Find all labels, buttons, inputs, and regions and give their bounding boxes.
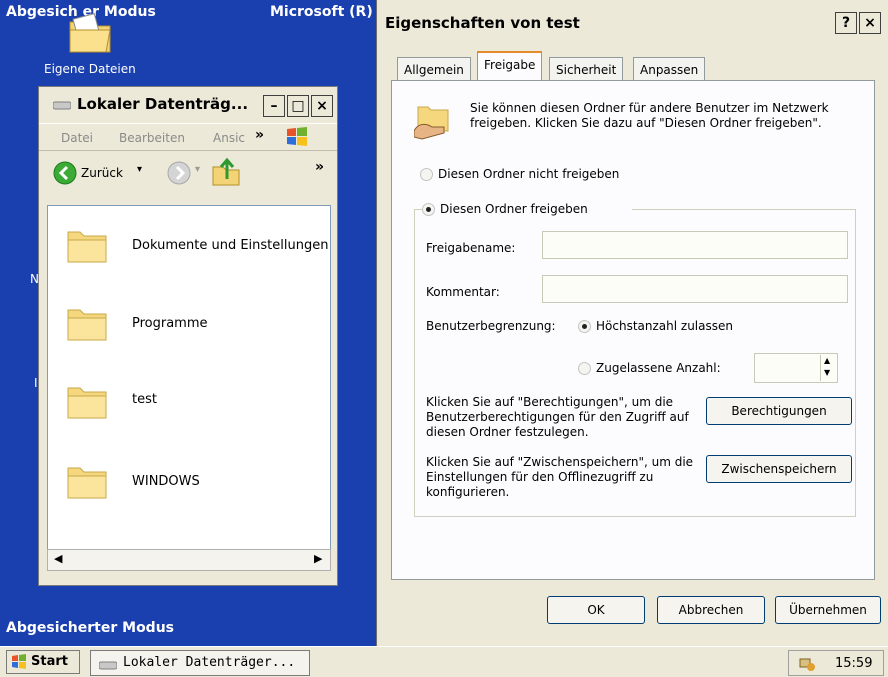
back-arrow-icon[interactable] [53,161,77,188]
file-label: Programme [132,316,208,331]
radio-share-label[interactable]: Diesen Ordner freigeben [440,202,588,217]
share-group-header: Diesen Ordner freigeben [422,199,632,219]
radio-max-allowed-label[interactable]: Höchstanzahl zulassen [596,319,733,334]
cancel-button[interactable]: Abbrechen [657,596,765,624]
caching-button[interactable]: Zwischenspeichern [706,455,852,483]
dialog-close-button[interactable]: × [859,12,881,34]
forward-arrow-icon[interactable] [167,161,191,188]
radio-max-allowed[interactable] [578,320,591,333]
minimize-button[interactable]: – [263,95,285,117]
maximize-button[interactable]: □ [287,95,309,117]
properties-dialog: Eigenschaften von test ? × Allgemein Fre… [376,0,888,646]
permissions-button[interactable]: Berechtigungen [706,397,852,425]
menu-more-chevron[interactable]: » [255,127,264,143]
folder-icon [66,382,108,420]
comment-input[interactable] [542,275,848,303]
safe-mode-caption-bottom: Abgesicherter Modus [6,620,175,636]
radio-share[interactable] [422,203,435,216]
explorer-title-bar[interactable]: Lokaler Datenträg... – □ × [39,87,337,123]
help-button[interactable]: ? [835,12,857,34]
horizontal-scrollbar[interactable]: ◀ ▶ [47,549,331,571]
user-limit-label: Benutzerbegrenzung: [426,319,556,333]
folder-icon [66,462,108,500]
share-name-label: Freigabename: [426,241,516,255]
toolbar-more-chevron[interactable]: » [315,159,324,175]
drive-icon [98,659,118,673]
explorer-toolbar: Zurück ▾ ▾ » [39,153,337,195]
my-documents-icon[interactable] [66,10,116,59]
drive-icon [52,99,72,113]
tab-freigabe[interactable]: Freigabe [477,51,543,81]
spinner-down-icon[interactable]: ▼ [824,368,830,377]
my-documents-label: Eigene Dateien [44,62,136,76]
folder-icon [66,304,108,342]
scroll-left-arrow-icon[interactable]: ◀ [54,552,62,565]
file-label: Dokumente und Einstellungen [132,238,329,253]
windows-flag-icon [11,654,27,673]
forward-dropdown-icon[interactable]: ▾ [195,164,200,175]
network-tray-icon[interactable] [797,654,817,677]
menu-bearbeiten[interactable]: Bearbeiten [119,131,185,145]
spinner-arrows[interactable]: ▲ ▼ [820,355,836,381]
file-list: Dokumente und Einstellungen Programme te… [47,205,331,565]
scroll-right-arrow-icon[interactable]: ▶ [314,552,322,565]
dialog-title-bar[interactable]: Eigenschaften von test ? × [377,0,888,46]
apply-button[interactable]: Übernehmen [775,596,881,624]
freigabe-panel: Sie können diesen Ordner für andere Benu… [391,80,875,580]
windows-logo-icon [285,126,309,151]
file-label: test [132,392,157,407]
back-dropdown-icon[interactable]: ▾ [137,164,142,175]
radio-allowed-count[interactable] [578,362,591,375]
folder-icon [66,226,108,264]
spinner-up-icon[interactable]: ▲ [824,356,830,365]
caching-text: Klicken Sie auf "Zwischenspeichern", um … [426,455,694,499]
clock: 15:59 [835,656,873,671]
radio-no-share[interactable] [420,168,433,181]
comment-label: Kommentar: [426,285,500,299]
safe-mode-caption-top-right: Microsoft (R) [270,4,373,20]
ok-button[interactable]: OK [547,596,645,624]
desktop-fragment-i: I [34,376,38,390]
menu-ansicht[interactable]: Ansic [213,131,245,145]
menu-datei[interactable]: Datei [61,131,93,145]
dialog-title: Eigenschaften von test [385,14,580,32]
taskbar-task-explorer[interactable]: Lokaler Datenträger... [90,650,310,676]
up-folder-icon[interactable] [211,157,243,190]
explorer-title: Lokaler Datenträg... [77,95,249,113]
radio-allowed-count-label[interactable]: Zugelassene Anzahl: [596,361,721,376]
back-label[interactable]: Zurück [81,166,123,180]
start-button[interactable]: Start [6,650,80,674]
start-label: Start [31,654,68,669]
task-label: Lokaler Datenträger... [123,655,296,670]
intro-text: Sie können diesen Ordner für andere Benu… [470,101,829,130]
share-name-input[interactable] [542,231,848,259]
list-item[interactable]: Programme [66,298,316,352]
explorer-menu-bar: Datei Bearbeiten Ansic » [39,123,337,151]
explorer-window[interactable]: Lokaler Datenträg... – □ × Datei Bearbei… [38,86,338,586]
taskbar: Start Lokaler Datenträger... 15:59 [0,646,888,677]
list-item[interactable]: Dokumente und Einstellungen [66,220,328,274]
close-button[interactable]: × [311,95,333,117]
permissions-text: Klicken Sie auf "Berechtigungen", um die… [426,395,689,439]
radio-no-share-label[interactable]: Diesen Ordner nicht freigeben [438,167,619,182]
list-item[interactable]: WINDOWS [66,456,316,510]
list-item[interactable]: test [66,376,316,430]
system-tray: 15:59 [788,650,884,676]
shared-folder-icon [413,101,454,144]
file-label: WINDOWS [132,474,200,489]
